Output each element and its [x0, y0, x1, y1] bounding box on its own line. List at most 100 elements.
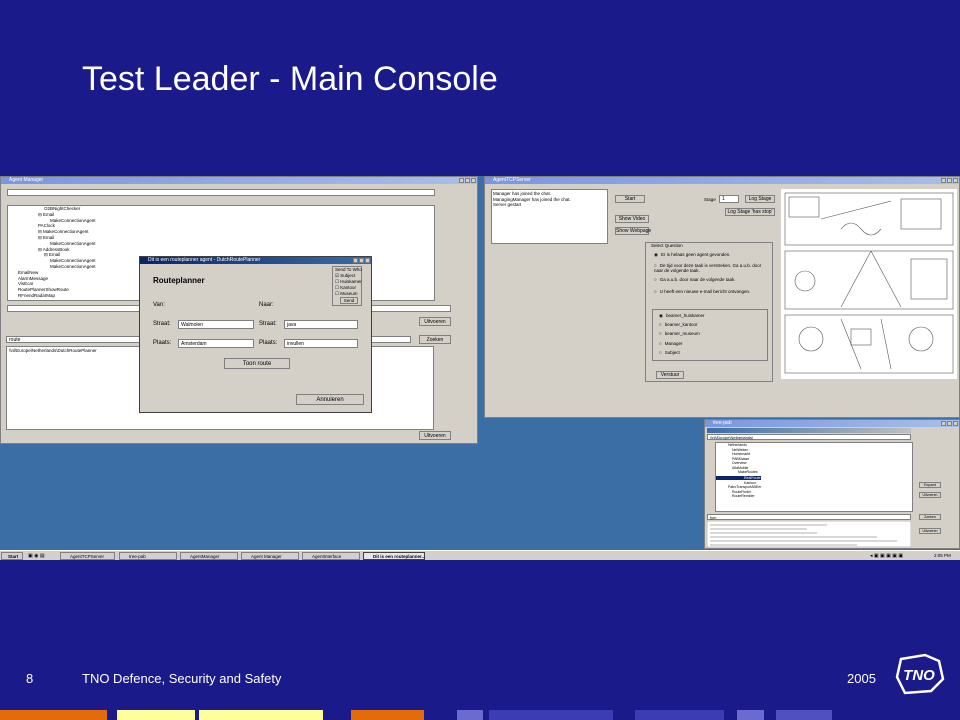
color-strip-segment	[776, 710, 832, 720]
tray-icons[interactable]: ◂ ▣ ▣ ▣ ▣ ▣	[870, 553, 903, 559]
van-label: Van:	[153, 302, 165, 308]
maximize-icon[interactable]	[947, 421, 952, 426]
maximize-icon[interactable]	[947, 178, 952, 183]
maximize-icon[interactable]	[465, 178, 470, 183]
color-strip-segment	[117, 710, 195, 720]
start-menu-button[interactable]: Start	[1, 552, 23, 560]
tree-item[interactable]: RealRoute	[716, 475, 761, 480]
start-button[interactable]: Start	[615, 195, 645, 203]
color-strip-segment	[489, 710, 613, 720]
uitvoeren-button[interactable]: Uitvoeren	[419, 317, 451, 326]
taskbar-item[interactable]: tree-pab	[119, 552, 177, 560]
close-icon[interactable]	[953, 421, 958, 426]
naar-straat-label: Straat:	[259, 321, 277, 327]
expand-button[interactable]: Expand	[919, 482, 941, 488]
window-title: Dit is een routeplanner agent - DutchRou…	[148, 257, 261, 263]
color-strip-segment	[457, 710, 483, 720]
close-icon[interactable]	[471, 178, 476, 183]
result-item[interactable]: \\nl\Europe\Netherlands\DutchRoutePlanne…	[9, 348, 97, 353]
tree-path-input[interactable]: \\nl\Europe\Netherlands\	[707, 434, 911, 440]
target-radio[interactable]: Subject	[659, 350, 680, 355]
question-radio[interactable]: Ga a.u.b. door naar de volgende taak.	[654, 277, 736, 282]
tree-item[interactable]: RouteRemider	[716, 494, 912, 499]
tree-pab-progress	[707, 428, 911, 433]
footer-organization: TNO Defence, Security and Safety	[82, 671, 282, 686]
send-button[interactable]: Send	[340, 297, 358, 304]
tree-pab-tree[interactable]: Netherlands NetWeken Homemarkt PABKlasse…	[715, 442, 913, 512]
show-video-button[interactable]: Show Video	[615, 215, 649, 223]
van-straat-input[interactable]: Walmolen	[178, 320, 254, 329]
agent-manager-titlebar[interactable]: Agent Manager	[1, 177, 477, 184]
routeplanner-titlebar[interactable]: Dit is een routeplanner agent - DutchRou…	[140, 257, 371, 264]
window-title: AgentTCPServer	[493, 177, 531, 183]
select-question-label: Select Question	[651, 243, 683, 248]
tno-logo: TNO	[895, 653, 945, 695]
close-icon[interactable]	[365, 258, 370, 263]
minimize-icon[interactable]	[941, 178, 946, 183]
target-radio[interactable]: beamer_kantoor	[659, 322, 698, 327]
zoeken-button[interactable]: Zoeken	[419, 335, 451, 344]
uitvoeren-button-2[interactable]: Uitvoeren	[419, 431, 451, 440]
van-plaats-input[interactable]: Amsterdam	[178, 339, 254, 348]
close-icon[interactable]	[953, 178, 958, 183]
window-title: tree-pab	[713, 420, 732, 426]
minimize-icon[interactable]	[941, 421, 946, 426]
tree-zoeken-button[interactable]: Zoeken	[919, 514, 941, 520]
check-label: Kantoor	[340, 285, 357, 290]
color-strip-segment	[0, 710, 107, 720]
naar-plaats-label: Plaats:	[259, 340, 278, 346]
annuleren-button[interactable]: Annuleren	[296, 394, 364, 405]
question-radio[interactable]: U heeft een nieuwe e-mail bericht ontvan…	[654, 289, 751, 294]
van-plaats-label: Plaats:	[153, 340, 172, 346]
naar-label: Naar:	[259, 302, 274, 308]
tree-item[interactable]: MakeRoutes	[716, 470, 912, 475]
check-label: Huiskamer	[340, 279, 362, 284]
tree-uitvoeren-button[interactable]: Uitvoeren	[919, 492, 941, 498]
tree-uitvoeren-button-2[interactable]: Uitvoeren	[919, 528, 941, 534]
log-stage-stop-button[interactable]: Log Stage 'has stop'	[725, 208, 775, 216]
maximize-icon[interactable]	[359, 258, 364, 263]
tree-pab-titlebar[interactable]: tree-pab	[705, 420, 959, 427]
tree-search-input[interactable]: fym	[707, 514, 911, 520]
agent-manager-topbar	[7, 189, 435, 196]
toon-route-button[interactable]: Toon route	[224, 358, 290, 369]
floorplan-sketch	[781, 189, 957, 379]
chat-log[interactable]: Manager has joined the chat. ManagingMan…	[491, 189, 608, 244]
chat-line: Server gestart	[493, 202, 522, 207]
check-label: Museum	[340, 291, 358, 296]
naar-plaats-input[interactable]: invullen	[284, 339, 358, 348]
taskbar-item-active[interactable]: Dit is een routeplanner...	[363, 552, 425, 560]
desktop-screenshot: Agent Manager O2BNightChecker ⊟ Email Ma…	[0, 176, 960, 560]
tcp-server-titlebar[interactable]: AgentTCPServer	[485, 177, 959, 184]
verstuur-button[interactable]: Verstuur	[656, 371, 684, 379]
slide-title: Test Leader - Main Console	[82, 60, 498, 98]
taskbar-item[interactable]: Agent Manager	[241, 552, 299, 560]
quick-launch-icon[interactable]: ▣ ◉ ▤	[28, 553, 45, 559]
stage-input[interactable]: 1	[719, 195, 739, 203]
color-strip-segment	[635, 710, 724, 720]
svg-text:TNO: TNO	[903, 667, 935, 684]
taskbar-item[interactable]: AgentTCPServer	[60, 552, 115, 560]
taskbar-item[interactable]: AgentInterface	[302, 552, 360, 560]
check-label: Subject	[340, 273, 356, 278]
naar-straat-input[interactable]: java	[284, 320, 358, 329]
taskbar-item[interactable]: AgentManager	[180, 552, 238, 560]
question-list: Er is helaas geen agent gevonden. De tij…	[648, 249, 770, 299]
page-number: 8	[26, 671, 34, 686]
target-radio[interactable]: beamer_museum	[659, 331, 700, 336]
tree-pab-window: tree-pab \\nl\Europe\Netherlands\ Nether…	[704, 419, 960, 549]
color-strip-segment	[351, 710, 424, 720]
routeplanner-heading: Routeplanner	[153, 276, 205, 285]
select-question-group: Select Question Er is helaas geen agent …	[645, 242, 773, 382]
stage-label: Stage	[704, 197, 716, 202]
target-radio[interactable]: Manager	[659, 341, 683, 346]
tree-result-list[interactable]	[707, 521, 911, 547]
question-radio[interactable]: Er is helaas geen agent gevonden.	[654, 252, 731, 258]
question-radio[interactable]: De tijd voor deze taak is verstreken. Ga…	[654, 263, 766, 273]
minimize-icon[interactable]	[459, 178, 464, 183]
minimize-icon[interactable]	[353, 258, 358, 263]
log-stage-button[interactable]: Log Stage	[745, 195, 775, 203]
target-radio[interactable]: beamer_huiskamer	[659, 313, 705, 319]
footer-year: 2005	[847, 671, 876, 686]
show-webpage-button[interactable]: Show Webpage	[615, 227, 651, 235]
